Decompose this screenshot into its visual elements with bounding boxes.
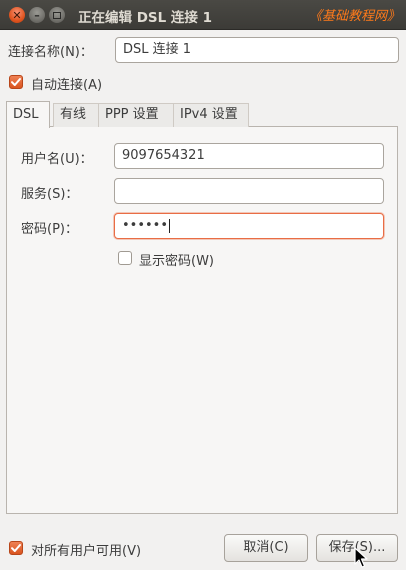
- password-value: ••••••: [122, 218, 169, 233]
- close-window-button[interactable]: ✕: [9, 7, 25, 23]
- service-input[interactable]: [114, 178, 384, 204]
- password-label: 密码(P)：: [21, 222, 78, 237]
- auto-connect-checkbox[interactable]: [9, 75, 23, 89]
- text-caret: [169, 218, 171, 233]
- maximize-icon: [53, 11, 61, 19]
- auto-connect-label: 自动连接(A): [31, 78, 103, 93]
- mouse-pointer-icon: [354, 547, 368, 568]
- window-title: 正在编辑 DSL 连接 1: [78, 10, 213, 26]
- all-users-checkbox[interactable]: [9, 541, 23, 555]
- title-bar: ✕ – 正在编辑 DSL 连接 1 《基础教程网》: [0, 0, 406, 30]
- watermark-text: 《基础教程网》: [308, 9, 400, 24]
- connection-name-label: 连接名称(N)：: [8, 45, 93, 60]
- tab-ipv4-settings[interactable]: IPv4 设置: [173, 103, 249, 127]
- checkmark-icon: [11, 544, 21, 552]
- username-label: 用户名(U)：: [21, 152, 93, 167]
- close-icon: ✕: [12, 8, 22, 22]
- checkmark-icon: [11, 78, 21, 86]
- tab-wired[interactable]: 有线: [53, 103, 99, 127]
- show-password-label: 显示密码(W): [139, 254, 214, 269]
- minimize-icon: –: [34, 8, 40, 22]
- tab-ppp-settings[interactable]: PPP 设置: [98, 103, 174, 127]
- maximize-window-button[interactable]: [49, 7, 65, 23]
- username-input[interactable]: 9097654321: [114, 143, 384, 169]
- show-password-checkbox[interactable]: [118, 251, 132, 265]
- tab-dsl[interactable]: DSL: [6, 101, 50, 128]
- password-input[interactable]: ••••••: [114, 213, 384, 239]
- minimize-window-button[interactable]: –: [29, 7, 45, 23]
- connection-name-input[interactable]: DSL 连接 1: [115, 37, 399, 63]
- service-label: 服务(S)：: [21, 187, 79, 202]
- cancel-button[interactable]: 取消(C): [224, 534, 308, 562]
- all-users-label: 对所有用户可用(V): [31, 544, 142, 559]
